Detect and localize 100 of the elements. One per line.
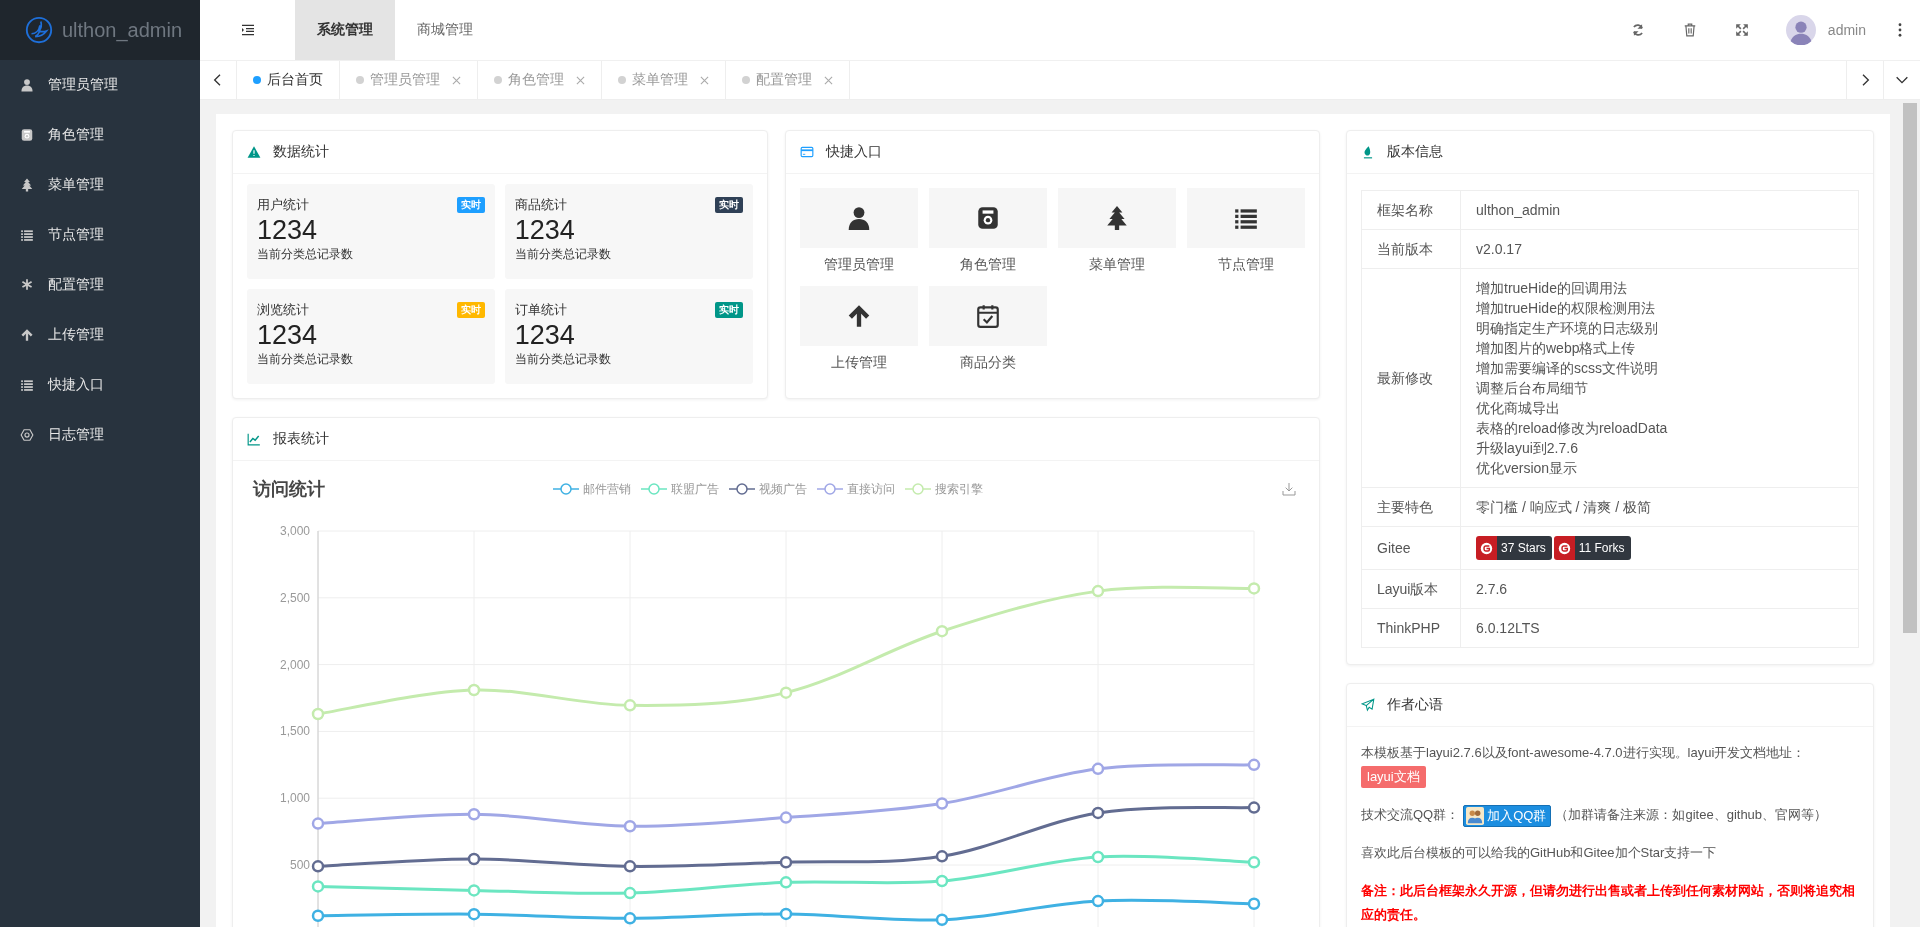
data-point — [467, 884, 481, 897]
user-menu[interactable]: admin — [1767, 0, 1880, 60]
axis-label: 1,500 — [279, 724, 310, 739]
axis-label: 2,500 — [279, 590, 310, 605]
legend-marker-icon — [641, 482, 667, 496]
table-cell: ulthon_admin — [1460, 190, 1859, 230]
page-tab[interactable]: 后台首页 — [237, 61, 340, 99]
data-point — [311, 880, 325, 893]
avatar-icon — [1785, 15, 1816, 45]
sidebar-item[interactable]: 菜单管理 — [0, 160, 200, 210]
stat-note: 当前分类总记录数 — [514, 246, 612, 263]
list-icon — [20, 378, 34, 392]
sidebar-item[interactable]: 角色管理 — [0, 110, 200, 160]
join-group-button[interactable]: 加入QQ群 — [1463, 804, 1552, 827]
card-title: 快捷入口 — [825, 143, 882, 161]
people-icon — [1466, 806, 1485, 825]
top-nav-tab[interactable]: 系统管理 — [295, 0, 395, 60]
data-point — [467, 683, 481, 697]
data-point — [935, 797, 949, 810]
status-dot — [494, 76, 502, 84]
table-cell: 6.0.12LTS — [1460, 608, 1859, 648]
table-cell: 当前版本 — [1361, 229, 1461, 269]
card-title: 作者心语 — [1387, 696, 1443, 714]
table-cell: 最新修改 — [1361, 268, 1461, 488]
data-point — [1091, 806, 1105, 820]
bird-logo-icon — [24, 15, 54, 45]
stat-note: 当前分类总记录数 — [514, 351, 612, 368]
note-paragraph: 喜欢此后台模板的可以给我的GitHub和Gitee加个Star支持一下 — [1361, 844, 1718, 862]
table-cell: Layui版本 — [1361, 569, 1461, 609]
sidebar-item[interactable]: 管理员管理 — [0, 60, 200, 110]
hexagon-icon — [20, 428, 34, 442]
tree-icon — [20, 178, 34, 192]
data-point — [1091, 762, 1105, 776]
top-nav-tab[interactable]: 商城管理 — [395, 0, 495, 60]
table-cell: 2.7.6 — [1460, 569, 1859, 609]
close-icon[interactable] — [700, 75, 709, 85]
legend-marker-icon — [729, 482, 755, 496]
axis-label: 1,000 — [279, 791, 310, 806]
data-point — [623, 699, 637, 712]
id-badge-icon — [20, 128, 34, 142]
data-point — [779, 907, 793, 921]
user-icon — [20, 78, 34, 92]
intro-paragraph: 本模板基于layui2.7.6以及font-awesome-4.7.0进行实现。layui开发文档地址： layui文档 — [1361, 741, 1859, 789]
data-point — [1091, 894, 1105, 908]
stat-title: 用户统计 — [257, 196, 309, 214]
axis-label: 3,000 — [279, 524, 310, 538]
close-icon[interactable] — [576, 75, 585, 85]
sidebar-item[interactable]: 日志管理 — [0, 410, 200, 460]
data-point — [779, 686, 793, 699]
data-point — [623, 860, 637, 873]
line-chart-icon — [247, 432, 261, 446]
axis-label: 500 — [289, 858, 310, 872]
data-point — [779, 856, 793, 869]
stat-value: 1234 — [514, 319, 576, 351]
stat-title: 商品统计 — [514, 196, 567, 214]
data-point — [1247, 897, 1261, 910]
data-point — [311, 817, 325, 830]
legend-marker-icon — [905, 482, 931, 496]
data-point — [467, 852, 481, 866]
stat-note: 当前分类总记录数 — [257, 351, 354, 368]
close-icon[interactable] — [452, 75, 461, 85]
close-icon[interactable] — [824, 75, 833, 85]
data-point — [623, 820, 637, 833]
stat-note: 当前分类总记录数 — [257, 246, 354, 263]
data-point — [1091, 584, 1105, 598]
asterisk-icon — [20, 278, 34, 292]
data-point — [1247, 758, 1261, 772]
chart-title: 访问统计 — [253, 478, 326, 501]
status-dot — [356, 76, 364, 84]
sidebar-item[interactable]: 配置管理 — [0, 260, 200, 310]
refresh-icon — [1630, 23, 1645, 37]
data-point — [311, 860, 325, 873]
download-icon[interactable] — [1281, 481, 1297, 497]
logo-text: ulthon_admin — [62, 18, 183, 42]
sidebar-item[interactable]: 上传管理 — [0, 310, 200, 360]
status-dot — [253, 76, 261, 84]
status-badge: 实时 — [714, 197, 743, 213]
data-point — [623, 886, 637, 900]
data-point — [1247, 582, 1261, 595]
list-icon — [20, 228, 34, 242]
drop-icon — [1361, 145, 1375, 159]
status-dot — [618, 76, 626, 84]
card-title: 版本信息 — [1387, 143, 1443, 161]
data-point — [467, 907, 481, 921]
status-badge: 实时 — [456, 197, 485, 213]
stat-value: 1234 — [257, 319, 319, 351]
group-paragraph: 技术交流QQ群： 加入QQ群 （加群请备注来源：如gitee、github、官网等） — [1361, 803, 1859, 827]
sidebar-item[interactable]: 节点管理 — [0, 210, 200, 260]
status-badge: 实时 — [456, 302, 485, 318]
table-cell: 零门槛 / 响应式 / 清爽 / 极简 — [1460, 487, 1859, 527]
legend-marker-icon — [817, 482, 843, 496]
credit-card-icon — [799, 145, 814, 159]
status-dot — [742, 76, 750, 84]
data-point — [311, 707, 325, 721]
sidebar-item[interactable]: 快捷入口 — [0, 360, 200, 410]
table-cell: 主要特色 — [1361, 487, 1461, 527]
data-point — [779, 811, 793, 824]
table-cell: v2.0.17 — [1460, 229, 1859, 269]
table-cell: 增加trueHide的回调用法 增加trueHide的权限检测用法 明确指定生产环境的日志级别 增加图片的webp格式上传 增加需要编译的scss文件说明 调整后台布局细节 优化商城导出 表格的reload修改为reloadData 升级layui到2.7.6 优化version显示 — [1460, 268, 1859, 488]
stat-value: 1234 — [257, 214, 319, 246]
